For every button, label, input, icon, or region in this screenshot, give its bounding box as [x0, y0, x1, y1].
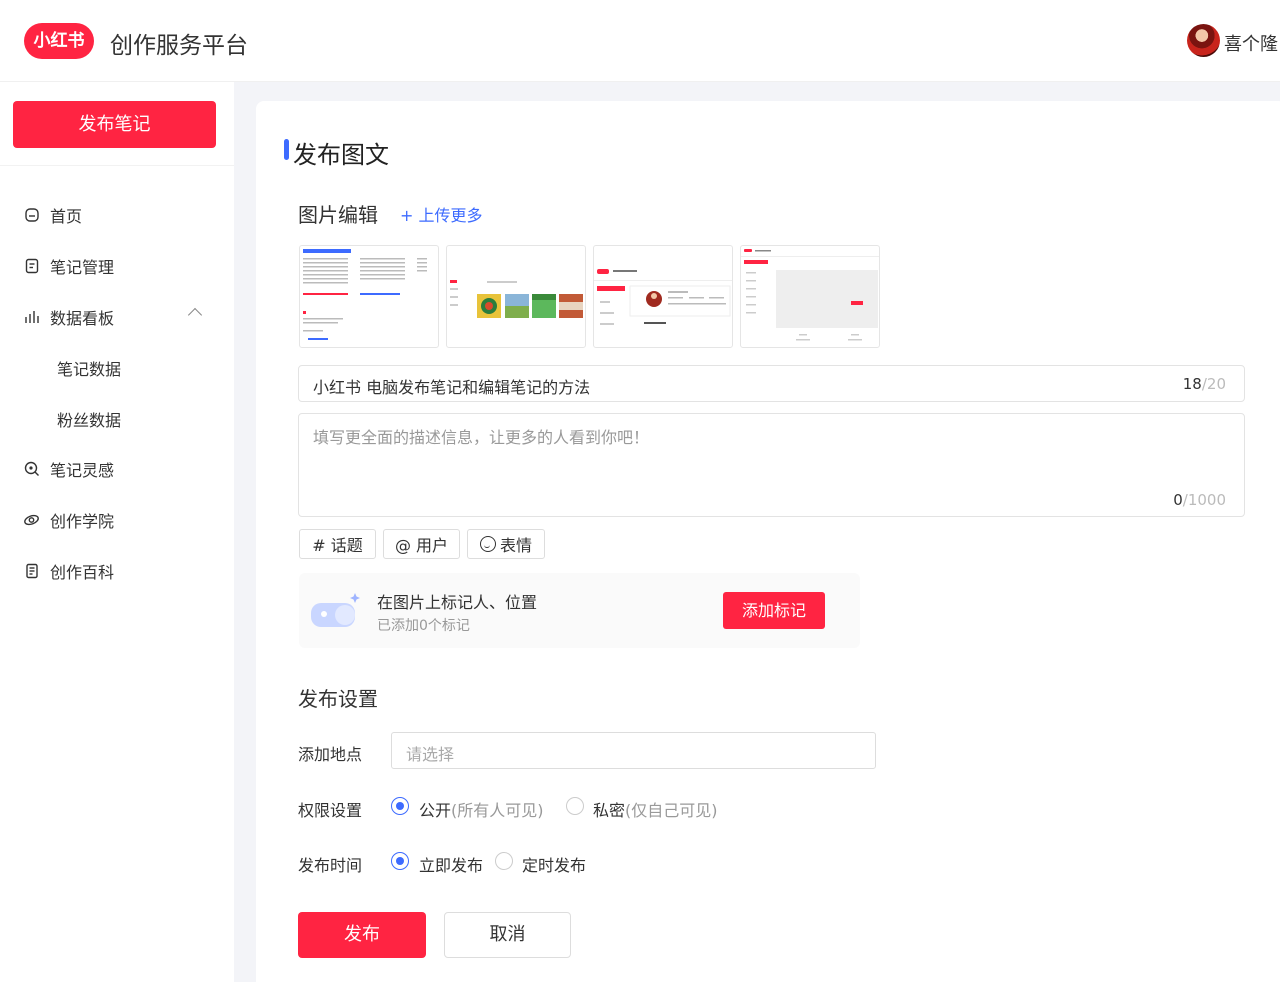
note-manage-icon: [23, 258, 40, 275]
sidebar-item-data-board[interactable]: 数据看板: [0, 297, 234, 337]
sidebar-item-academy[interactable]: 创作学院: [0, 500, 234, 540]
sidebar-item-label: 笔记管理: [50, 258, 115, 277]
desc-count-current: 0: [1173, 491, 1183, 509]
sidebar-item-encyclopedia[interactable]: 创作百科: [0, 551, 234, 591]
publish-settings-heading: 发布设置: [298, 687, 378, 711]
chevron-up-icon[interactable]: [187, 307, 203, 323]
publish-now-label[interactable]: 立即发布: [419, 852, 483, 876]
tag-location-icon: [307, 589, 362, 633]
encyclopedia-icon: [23, 563, 40, 580]
sidebar-divider: [0, 165, 234, 166]
private-label-text: 私密: [593, 801, 626, 820]
top-header: 小红书 创作服务平台 喜个隆: [0, 0, 1280, 82]
sidebar-item-note-manage[interactable]: 笔记管理: [0, 246, 234, 286]
title-value: 小红书 电脑发布笔记和编辑笔记的方法: [313, 378, 591, 397]
private-radio-label[interactable]: 私密(仅自己可见): [593, 797, 718, 821]
image-thumbnail-4[interactable]: [740, 245, 880, 348]
username[interactable]: 喜个隆: [1224, 30, 1278, 56]
sidebar-item-label: 创作学院: [50, 512, 115, 531]
sidebar-item-label: 首页: [50, 207, 83, 226]
app-title: 创作服务平台: [110, 33, 248, 59]
sidebar-item-label: 创作百科: [50, 563, 115, 582]
home-icon: [23, 207, 40, 224]
publish-button[interactable]: 发布: [298, 912, 426, 958]
sidebar-item-inspiration[interactable]: 笔记灵感: [0, 449, 234, 489]
desc-count-max: /1000: [1182, 491, 1226, 509]
image-thumbnail-1[interactable]: [299, 245, 439, 348]
emoji-label: 表情: [499, 536, 532, 555]
sidebar: 发布笔记 首页 笔记管理 数据看板 笔记数据 粉丝数据 笔记灵感 创作学院 创作…: [0, 82, 234, 982]
mark-subtitle: 已添加0个标记: [377, 618, 470, 634]
title-count-current: 18: [1182, 375, 1202, 393]
publish-time-label: 发布时间: [298, 856, 363, 875]
page-title: 发布图文: [293, 141, 389, 169]
chart-bar-icon: [23, 309, 40, 326]
description-textarea[interactable]: 填写更全面的描述信息，让更多的人看到你吧！ 0/1000: [298, 413, 1245, 517]
publish-now-radio[interactable]: [391, 852, 409, 870]
location-label: 添加地点: [298, 745, 363, 764]
emoji-button[interactable]: 表情: [467, 529, 545, 559]
location-placeholder: 请选择: [406, 745, 455, 764]
sidebar-item-label: 笔记灵感: [50, 461, 115, 480]
mark-panel: 在图片上标记人、位置 已添加0个标记 添加标记: [299, 573, 860, 648]
public-radio[interactable]: [391, 797, 409, 815]
smile-icon: [479, 536, 496, 552]
permission-label: 权限设置: [298, 801, 363, 820]
sidebar-item-note-data[interactable]: 笔记数据: [0, 348, 234, 388]
description-char-count: 0/1000: [1173, 491, 1226, 509]
public-note: (所有人可见): [451, 801, 544, 820]
add-mark-button[interactable]: 添加标记: [723, 592, 825, 629]
avatar[interactable]: [1187, 24, 1220, 57]
image-thumbnail-3[interactable]: [593, 245, 733, 348]
mark-title: 在图片上标记人、位置: [377, 593, 538, 612]
title-field[interactable]: 小红书 电脑发布笔记和编辑笔记的方法 18/20: [298, 365, 1245, 402]
publish-note-button[interactable]: 发布笔记: [13, 101, 216, 148]
xiaohongshu-logo[interactable]: 小红书: [24, 23, 94, 59]
image-edit-heading: 图片编辑: [298, 203, 378, 227]
inspiration-icon: [23, 461, 40, 478]
title-char-count: 18/20: [1183, 375, 1226, 393]
sidebar-item-label: 粉丝数据: [57, 411, 122, 430]
description-placeholder: 填写更全面的描述信息，让更多的人看到你吧！: [313, 428, 650, 447]
mention-user-button[interactable]: @ 用户: [383, 529, 460, 559]
public-label-text: 公开: [419, 801, 452, 820]
schedule-publish-label[interactable]: 定时发布: [522, 852, 586, 876]
upload-more-link[interactable]: + 上传更多: [400, 202, 483, 226]
sidebar-item-home[interactable]: 首页: [0, 195, 234, 235]
title-count-max: /20: [1201, 375, 1226, 393]
sidebar-item-label: 笔记数据: [57, 360, 122, 379]
image-thumbnail-2[interactable]: [446, 245, 586, 348]
topic-button[interactable]: # 话题: [299, 529, 376, 559]
location-select[interactable]: 请选择: [391, 732, 876, 769]
private-radio[interactable]: [566, 797, 584, 815]
public-radio-label[interactable]: 公开(所有人可见): [419, 797, 544, 821]
schedule-publish-radio[interactable]: [495, 852, 513, 870]
title-accent-bar: [284, 139, 289, 160]
sidebar-item-label: 数据看板: [50, 309, 115, 328]
cancel-button[interactable]: 取消: [444, 912, 571, 958]
academy-icon: [23, 512, 40, 529]
private-note: (仅自己可见): [625, 801, 718, 820]
sidebar-item-fan-data[interactable]: 粉丝数据: [0, 399, 234, 439]
